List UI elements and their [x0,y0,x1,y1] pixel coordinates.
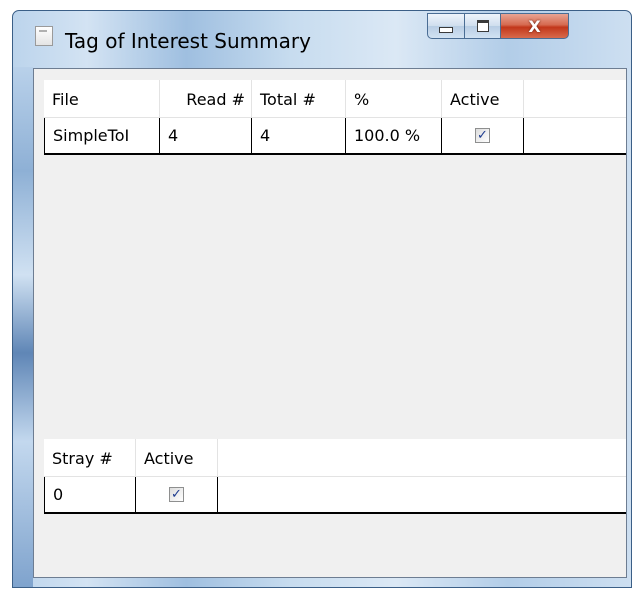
stray-table: Stray # Active 0 ✓ [44,439,626,514]
column-header-read[interactable]: Read # [160,80,252,117]
stray-table-header: Stray # Active [44,439,626,477]
active-checkbox[interactable]: ✓ [475,128,490,143]
table-row[interactable]: 0 ✓ [44,477,626,514]
maximize-icon [476,20,489,32]
minimize-button[interactable] [427,13,465,39]
column-header-file[interactable]: File [44,80,160,117]
minimize-icon [439,27,453,33]
close-button[interactable]: X [501,13,569,39]
column-header-percent[interactable]: % [346,80,442,117]
column-header-stray-active[interactable]: Active [136,439,218,476]
caption-buttons: X [427,13,569,43]
row-filler [218,477,626,512]
stray-active-checkbox[interactable]: ✓ [169,487,184,502]
column-header-total[interactable]: Total # [252,80,346,117]
cell-read[interactable]: 4 [160,118,252,153]
cell-percent[interactable]: 100.0 % [346,118,442,153]
column-header-active[interactable]: Active [442,80,524,117]
maximize-button[interactable] [465,13,501,39]
tags-table-header: File Read # Total # % Active [44,80,626,118]
window: Tag of Interest Summary X File Read # To… [12,10,632,588]
cell-file[interactable]: SimpleToI [44,118,160,153]
window-title: Tag of Interest Summary [65,29,311,53]
client-area: File Read # Total # % Active SimpleToI 4… [33,68,627,578]
cell-active: ✓ [442,118,524,153]
close-icon: X [528,16,541,36]
row-filler [524,118,626,153]
column-header-filler [218,439,626,476]
app-icon[interactable] [35,26,53,46]
cell-total[interactable]: 4 [252,118,346,153]
window-frame [13,67,33,587]
table-row[interactable]: SimpleToI 4 4 100.0 % ✓ [44,118,626,155]
column-header-filler [524,80,626,117]
cell-stray-active: ✓ [136,477,218,512]
tags-table: File Read # Total # % Active SimpleToI 4… [44,80,626,155]
title-bar[interactable]: Tag of Interest Summary X [13,11,631,67]
cell-stray[interactable]: 0 [44,477,136,512]
column-header-stray[interactable]: Stray # [44,439,136,476]
